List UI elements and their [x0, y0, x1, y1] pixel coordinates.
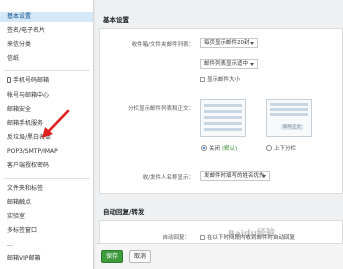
sidebar-item-signature[interactable]: 签名/电子名片 [7, 26, 45, 36]
sidebar-item-vip[interactable]: 邮箱VIP邮箱 [7, 254, 41, 264]
sidebar-item-client-auth-code[interactable]: 客户端授权密码 [7, 161, 49, 171]
split-off-label: 关闭 [209, 146, 221, 152]
preview-off-thumbnail[interactable] [200, 99, 246, 137]
cancel-button[interactable]: 取消 [129, 250, 151, 263]
section-title-basic: 基本设置 [103, 16, 129, 24]
sender-name-select[interactable]: 发邮件时填写的姓名优先 [200, 171, 270, 181]
sidebar-item-touchpoint[interactable]: 邮箱触点 [7, 198, 31, 208]
basic-settings-panel: 收件箱/文件夹邮件列表： 每页显示邮件20封 邮件列表显示适中 显示邮件大小 分… [99, 28, 343, 194]
sidebar-item-mail-filter[interactable]: 来信分类 [7, 40, 31, 50]
sidebar-item-multi-tab[interactable]: 多标签窗口 [7, 226, 37, 236]
preview-updown-thumbnail[interactable]: 邮件正文 [266, 99, 312, 137]
sidebar-item-mailbox-security[interactable]: 邮箱安全 [7, 105, 31, 115]
save-button[interactable]: 保存 [101, 250, 123, 263]
settings-footer: 保存 取消 [95, 243, 343, 269]
sidebar-item-more[interactable]: ... [7, 240, 13, 250]
settings-window: 基本设置 签名/电子名片 来信分类 信纸 手机号码邮箱 帐号与邮箱中心 邮箱安全… [0, 0, 343, 269]
list-settings-label: 收件箱/文件夹邮件列表： [131, 42, 194, 48]
sidebar-item-folders-tags[interactable]: 文件夹和标签 [7, 184, 43, 194]
preview-body-tag: 邮件正文 [281, 124, 303, 130]
sidebar-divider [4, 70, 90, 71]
checkbox-box [200, 76, 205, 82]
watermark-logo: Baidu经验 [227, 228, 276, 240]
auto-reply-label: 自动回复： [162, 235, 190, 241]
sidebar-item-mobile-mailbox[interactable]: 手机号码邮箱 [7, 76, 49, 86]
per-page-select[interactable]: 每页显示邮件20封 [200, 38, 258, 48]
sidebar-item-mobile-service[interactable]: 邮箱手机服务 [7, 119, 43, 129]
section-title-auto-reply: 自动回复/转发 [103, 208, 145, 216]
sidebar-item-label: 手机号码邮箱 [13, 77, 50, 84]
radio-dot [201, 145, 207, 151]
checkbox-box [200, 234, 205, 240]
split-view-label: 分栏显示邮件列表和正文： [127, 106, 194, 112]
mobile-icon [7, 77, 11, 83]
sender-name-label: 收/发件人名称显示： [142, 175, 194, 181]
annotation-arrow-icon [42, 109, 70, 138]
split-off-default-note: (默认) [222, 146, 238, 152]
settings-main: 基本设置 收件箱/文件夹邮件列表： 每页显示邮件20封 邮件列表显示适中 显示邮… [95, 0, 343, 269]
sidebar-item-basic-settings[interactable]: 基本设置 [0, 12, 93, 22]
split-updown-label: 上下分栏 [274, 146, 297, 152]
show-size-label: 显示邮件大小 [207, 77, 241, 83]
show-size-checkbox[interactable]: 显示邮件大小 [200, 75, 240, 83]
sidebar-divider [4, 178, 90, 179]
split-off-radio[interactable]: 关闭 (默认) [201, 144, 237, 152]
sidebar-item-stationery[interactable]: 信纸 [7, 54, 19, 64]
density-select[interactable]: 邮件列表显示适中 [200, 59, 258, 69]
sidebar-item-lab[interactable]: 实验室 [7, 212, 25, 222]
sidebar-item-pop3-smtp-imap[interactable]: POP3/SMTP/IMAP [7, 147, 58, 157]
radio-dot [266, 145, 272, 151]
split-updown-radio[interactable]: 上下分栏 [266, 144, 296, 152]
sidebar-item-account-center[interactable]: 帐号与邮箱中心 [7, 91, 49, 101]
